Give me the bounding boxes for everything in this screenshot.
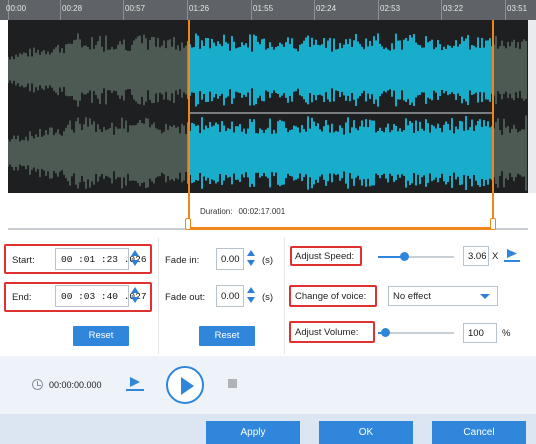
ruler-tick-label: 02:53 — [380, 4, 401, 13]
fade-out-label: Fade out: — [165, 292, 206, 303]
chevron-down-icon — [480, 294, 490, 299]
end-trim-handle[interactable] — [490, 218, 496, 230]
volume-unit: % — [502, 328, 511, 339]
ruler-tick-line — [314, 0, 315, 20]
increment-arrow-icon[interactable] — [131, 250, 139, 256]
ruler-tick-label: 00:57 — [125, 4, 146, 13]
voice-effect-value: No effect — [393, 291, 431, 302]
end-time-stepper[interactable] — [131, 287, 140, 305]
duration-readout: Duration: 00:02:17.001 — [200, 207, 285, 216]
fade-out-input[interactable]: 0.00 — [216, 285, 244, 307]
ruler-tick-line — [378, 0, 379, 20]
duration-value: 00:02:17.001 — [238, 207, 286, 216]
export-clip-icon[interactable] — [124, 374, 146, 392]
ruler-tick-label: 00:28 — [62, 4, 83, 13]
ruler-tick-line — [505, 0, 506, 20]
adjust-volume-label: Adjust Volume: — [295, 327, 359, 338]
fade-out-unit: (s) — [262, 292, 274, 303]
end-label: End: — [12, 292, 32, 303]
play-icon — [181, 377, 194, 395]
increment-arrow-icon[interactable] — [131, 287, 139, 293]
adjust-speed-label: Adjust Speed: — [295, 251, 355, 262]
play-button[interactable] — [166, 366, 204, 404]
change-voice-label: Change of voice: — [295, 291, 367, 302]
ruler-tick-label: 01:26 — [189, 4, 210, 13]
fade-in-input[interactable]: 0.00 — [216, 248, 244, 270]
speed-slider-knob[interactable] — [400, 252, 410, 261]
waveform-editor: 00:00 00:28 00:57 01:26 01:55 02:24 02:5… — [0, 0, 536, 227]
fade-in-stepper[interactable] — [247, 250, 256, 268]
selection-start-marker[interactable] — [188, 20, 190, 227]
selection-end-marker[interactable] — [492, 20, 494, 227]
waveform-scrollbar[interactable] — [528, 20, 536, 193]
export-speed-icon[interactable] — [502, 246, 522, 264]
ruler-tick-line — [441, 0, 442, 20]
start-time-input[interactable]: 00 :01 :23 .026 — [55, 248, 147, 270]
ruler-tick-line — [251, 0, 252, 20]
timeline-selection — [189, 227, 494, 230]
speed-unit: X — [492, 251, 499, 262]
decrement-arrow-icon[interactable] — [247, 297, 255, 303]
increment-arrow-icon[interactable] — [247, 287, 255, 293]
duration-label: Duration: — [200, 207, 233, 216]
ruler-tick-label: 03:51 — [507, 4, 528, 13]
speed-input[interactable]: 3.06 — [463, 246, 489, 266]
start-label: Start: — [12, 255, 35, 266]
fade-out-stepper[interactable] — [247, 287, 256, 305]
ruler-tick-label: 01:55 — [253, 4, 274, 13]
panel-divider — [158, 238, 159, 354]
trim-reset-button[interactable]: Reset — [73, 326, 129, 346]
fade-in-label: Fade in: — [165, 255, 200, 266]
ok-button[interactable]: OK — [319, 421, 413, 444]
ruler-tick-line — [123, 0, 124, 20]
start-trim-handle[interactable] — [185, 218, 191, 230]
start-time-stepper[interactable] — [131, 250, 140, 268]
time-ruler: 00:00 00:28 00:57 01:26 01:55 02:24 02:5… — [0, 0, 536, 20]
volume-input[interactable]: 100 — [463, 323, 497, 343]
end-time-input[interactable]: 00 :03 :40 .027 — [55, 285, 147, 307]
decrement-arrow-icon[interactable] — [247, 260, 255, 266]
apply-button[interactable]: Apply — [206, 421, 300, 444]
cancel-button[interactable]: Cancel — [432, 421, 526, 444]
stop-button[interactable] — [228, 379, 237, 388]
ruler-tick-label: 00:00 — [6, 4, 27, 13]
clock-icon — [32, 379, 43, 390]
decrement-arrow-icon[interactable] — [131, 260, 139, 266]
panel-divider — [284, 238, 285, 354]
ruler-tick-line — [60, 0, 61, 20]
fade-in-unit: (s) — [262, 255, 274, 266]
fade-reset-button[interactable]: Reset — [199, 326, 255, 346]
playback-time: 00:00:00.000 — [49, 380, 102, 390]
ruler-tick-label: 02:24 — [316, 4, 337, 13]
decrement-arrow-icon[interactable] — [131, 297, 139, 303]
volume-slider-knob[interactable] — [381, 328, 391, 337]
ruler-tick-line — [187, 0, 188, 20]
audio-waveform[interactable] — [8, 20, 528, 193]
increment-arrow-icon[interactable] — [247, 250, 255, 256]
ruler-tick-label: 03:22 — [443, 4, 464, 13]
voice-effect-select[interactable]: No effect — [388, 286, 498, 306]
